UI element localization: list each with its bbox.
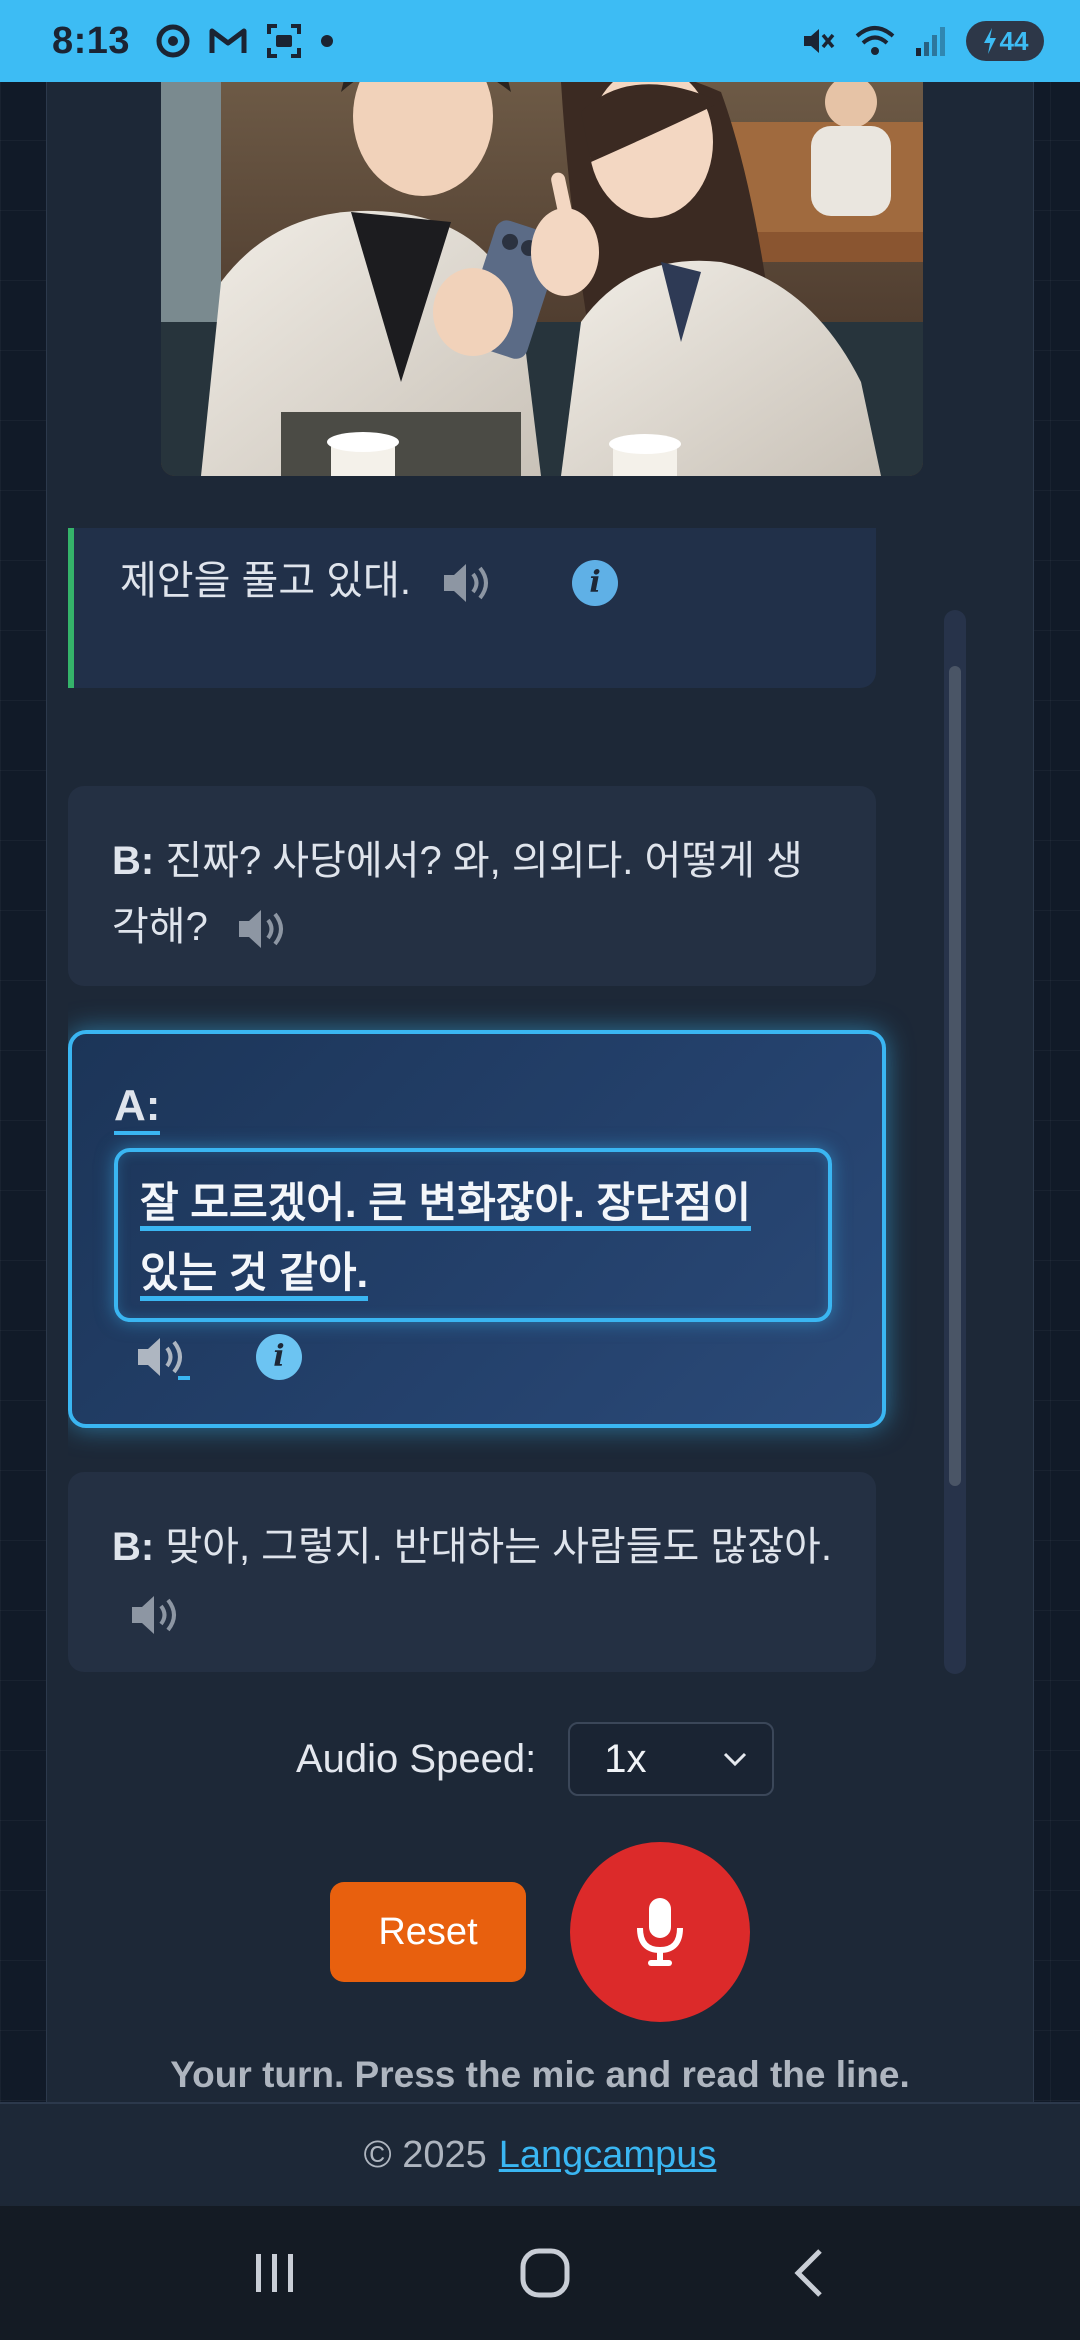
dialogue-line-prev: 제안을 풀고 있대. i [68,528,876,688]
speaker-icon[interactable] [235,904,297,954]
charging-icon [983,28,996,54]
reset-button[interactable]: Reset [330,1882,526,1982]
android-nav-bar [0,2206,1080,2340]
turn-instruction: Your turn. Press the mic and read the li… [170,2054,910,2095]
line-text: 맞아, 그렇지. 반대하는 사람들도 많잖아. [165,1525,832,1569]
signal-icon [916,27,945,56]
speaker-icon[interactable] [440,558,502,608]
line-text: 제안을 풀고 있대. [120,559,411,603]
home-icon[interactable] [519,2247,571,2299]
dialogue-list[interactable]: 제안을 풀고 있대. i B: 진짜? 사당에서? 와, 의외다. 어떻게 생각… [68,528,938,1674]
status-bar: 8:13 44 [0,0,1080,82]
line-text: 진짜? 사당에서? 와, 의외다. 어떻게 생각해? [112,839,803,949]
notification-icons [156,23,334,59]
info-icon[interactable]: i [572,560,619,607]
mic-button[interactable] [570,1842,750,2022]
audio-speed-value: 1x [604,1736,647,1781]
footer: © 2025 Langcampus [0,2102,1080,2206]
active-line-text-2: 있는 것 같아. [140,1249,369,1301]
screenshot-icon [267,24,302,58]
active-line-text-1: 잘 모르겠어. 큰 변화잖아. 장단점이 [140,1179,751,1231]
speaker-icon[interactable] [128,1590,190,1640]
back-icon[interactable] [790,2247,830,2299]
dialogue-line-b: B: 진짜? 사당에서? 와, 의외다. 어떻게 생각해? [68,786,876,986]
scene-illustration [161,82,923,476]
info-icon[interactable]: i [256,1334,302,1380]
battery-indicator: 44 [966,21,1044,61]
system-status-icons: 44 [800,21,1044,61]
active-line-text-box: 잘 모르겠어. 큰 변화잖아. 장단점이 있는 것 같아. [114,1148,832,1322]
speaker-icon[interactable] [134,1332,196,1382]
dot-icon [321,35,334,47]
microphone-icon [637,1898,683,1966]
audio-speed-label: Audio Speed: [296,1736,537,1781]
dialogue-scrollbar[interactable] [944,610,966,1674]
wifi-icon [855,26,895,55]
audio-speed-row: Audio Speed: 1x [296,1722,775,1796]
battery-level: 44 [999,25,1029,56]
dialogue-line-active: A: 잘 모르겠어. 큰 변화잖아. 장단점이 있는 것 같아. i [68,1030,886,1428]
scrollbar-thumb[interactable] [949,666,961,1486]
status-time: 8:13 [52,19,131,62]
scene-illustration-drawing [161,82,923,476]
mute-icon [804,29,835,53]
chevron-down-icon [724,1752,747,1767]
chrome-icon [156,24,190,58]
active-line-controls: i [134,1332,882,1382]
dialogue-line-b: B: 맞아, 그렇지. 반대하는 사람들도 많잖아. [68,1472,876,1672]
audio-speed-select[interactable]: 1x [568,1722,775,1796]
speaker-label: B: [112,839,155,883]
recent-apps-icon[interactable] [250,2250,300,2296]
langcampus-link[interactable]: Langcampus [499,2134,717,2177]
copyright-text: © 2025 [363,2133,487,2176]
gmail-icon [209,28,247,53]
speaker-label: B: [112,1525,155,1569]
speaker-label: A: [114,1081,161,1135]
